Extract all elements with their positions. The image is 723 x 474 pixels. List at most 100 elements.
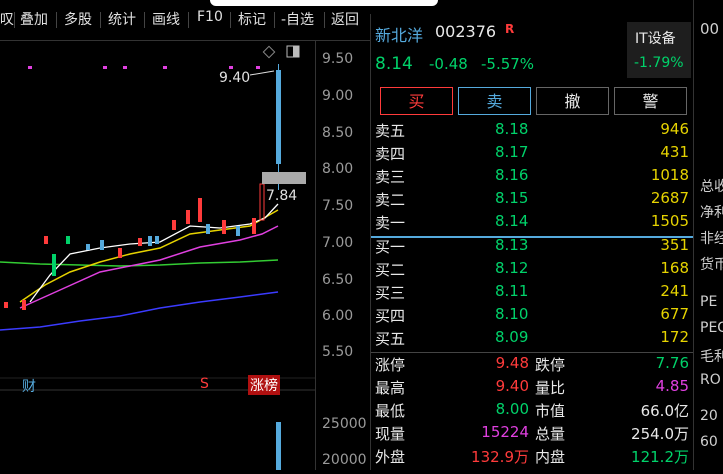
chart-dot-mark	[28, 66, 32, 69]
candle	[259, 183, 265, 221]
price-axis-label: 8.00	[322, 161, 354, 177]
chart-dot-mark	[229, 66, 233, 69]
candle	[206, 224, 210, 234]
stat-row: 外盘 132.9万 内盘 121.2万	[375, 448, 689, 466]
candle	[22, 300, 26, 310]
stat-row: 涨停 9.48 跌停 7.76	[375, 354, 689, 374]
toolbar-item-multi-stock[interactable]: 多股	[64, 9, 92, 29]
candle	[222, 220, 226, 234]
toolbar-item-mark[interactable]: 标记	[238, 9, 266, 29]
candle	[52, 254, 56, 276]
sector-box[interactable]: IT设备 -1.79%	[627, 22, 691, 78]
toolbar-item-statistics[interactable]: 统计	[108, 9, 136, 29]
ask-row[interactable]: 卖一 8.14 1505	[375, 212, 693, 235]
price-axis-label: 7.50	[322, 198, 354, 214]
candle	[252, 218, 256, 234]
edge-item: 非经	[700, 231, 723, 247]
candle	[44, 236, 48, 244]
edge-item: 货币	[700, 257, 723, 273]
ask-row[interactable]: 卖四 8.17 431	[375, 143, 693, 166]
stat-row: 最高 9.40 量比 4.85	[375, 377, 689, 397]
stock-name[interactable]: 新北洋	[375, 22, 423, 46]
price-tag-box	[262, 172, 306, 184]
price-axis-label: 7.00	[322, 235, 354, 251]
kline-chart[interactable]: 7.84 9.40 财 S 涨榜	[0, 40, 315, 470]
ma-line-green	[0, 259, 279, 267]
chart-toolbar: 叹 叠加 多股 统计 画线 F10 标记 -自选 返回	[0, 0, 370, 41]
candles	[4, 64, 281, 310]
edge-item: PE	[700, 294, 718, 310]
candle	[198, 198, 202, 222]
price-change-pct: -5.57%	[481, 55, 535, 73]
diamond-icon	[262, 45, 276, 59]
quote-panel: 新北洋 002376 R 8.14 -0.48 -5.57% IT设备 -1.7…	[370, 14, 694, 470]
alert-button[interactable]: 警	[614, 87, 687, 115]
price-axis-label: 6.00	[322, 308, 354, 324]
chart-dot-mark	[256, 66, 260, 69]
ask-row[interactable]: 卖二 8.15 2687	[375, 189, 693, 212]
candle	[86, 244, 90, 250]
margin-flag: R	[505, 22, 515, 36]
toolbar-separator	[230, 12, 231, 28]
toolbar-separator	[144, 12, 145, 28]
toolbar-separator	[56, 12, 57, 28]
edge-item: RO	[700, 372, 721, 388]
toolbar-separator	[274, 12, 275, 28]
bid-row[interactable]: 买三 8.11 241	[375, 282, 693, 305]
volume-axis-label: 25000	[322, 416, 367, 432]
toolbar-separator	[100, 12, 101, 28]
price-axis-label: 5.50	[322, 344, 354, 360]
candle	[138, 238, 142, 246]
bid-row[interactable]: 买五 8.09 172	[375, 328, 693, 351]
price-axis: 9.50 9.00 8.50 8.00 7.50 7.00 6.50 6.00 …	[315, 40, 371, 470]
chart-dot-mark	[103, 66, 107, 69]
sector-name: IT设备	[635, 31, 676, 47]
ma-line-yellow	[19, 209, 279, 303]
candle	[186, 210, 190, 224]
kline-chart-canvas: 7.84 9.40	[0, 45, 315, 470]
bid-row[interactable]: 买四 8.10 677	[375, 305, 693, 328]
current-price: 8.14	[375, 54, 413, 74]
bid-row[interactable]: 买一 8.13 351	[375, 236, 693, 259]
stat-row: 最低 8.00 市值 66.0亿	[375, 400, 689, 420]
marker-limit-up-list[interactable]: 涨榜	[248, 375, 280, 395]
toolbar-item-back[interactable]: 返回	[331, 9, 359, 29]
candle	[118, 248, 122, 258]
right-edge-panel: 00 总收 净利 非经 货币 PE PEG 毛利 RO 20 60	[693, 0, 723, 470]
window-top-overlay	[210, 0, 438, 6]
edge-item: 净利	[700, 205, 723, 221]
edge-item: 毛利	[700, 349, 723, 365]
price-axis-label: 6.50	[322, 272, 354, 288]
stat-row: 现量 15224 总量 254.0万	[375, 423, 689, 443]
volume-bar	[276, 422, 281, 470]
toolbar-item-0[interactable]: 叹	[0, 9, 14, 29]
stats-divider	[371, 352, 694, 353]
last-price-tag: 7.84	[266, 188, 297, 204]
candle	[148, 236, 152, 246]
toolbar-item-overlay[interactable]: 叠加	[20, 9, 48, 29]
toolbar-item-remove-watchlist[interactable]: -自选	[281, 9, 314, 29]
stock-code: 002376	[435, 22, 497, 41]
toolbar-item-f10[interactable]: F10	[197, 9, 223, 25]
candle	[100, 240, 104, 250]
price-axis-label: 8.50	[322, 125, 354, 141]
price-change: -0.48	[429, 55, 468, 73]
toolbar-separator	[14, 12, 15, 28]
sell-button[interactable]: 卖	[458, 87, 531, 115]
candle	[155, 236, 159, 244]
edge-top-text: 00	[700, 20, 720, 38]
cancel-order-button[interactable]: 撤	[536, 87, 609, 115]
chart-dot-mark	[163, 66, 167, 69]
ask-row[interactable]: 卖五 8.18 946	[375, 120, 693, 143]
toolbar-separator	[324, 12, 325, 28]
buy-button[interactable]: 买	[380, 87, 453, 115]
marker-finance[interactable]: 财	[22, 376, 36, 396]
candle	[236, 226, 240, 236]
toolbar-item-draw-line[interactable]: 画线	[152, 9, 180, 29]
toolbar-separator	[188, 12, 189, 28]
marker-s[interactable]: S	[200, 376, 209, 392]
candle	[4, 302, 8, 308]
bid-row[interactable]: 买二 8.12 168	[375, 259, 693, 282]
chart-dot-mark	[123, 66, 127, 69]
ask-row[interactable]: 卖三 8.16 1018	[375, 166, 693, 189]
